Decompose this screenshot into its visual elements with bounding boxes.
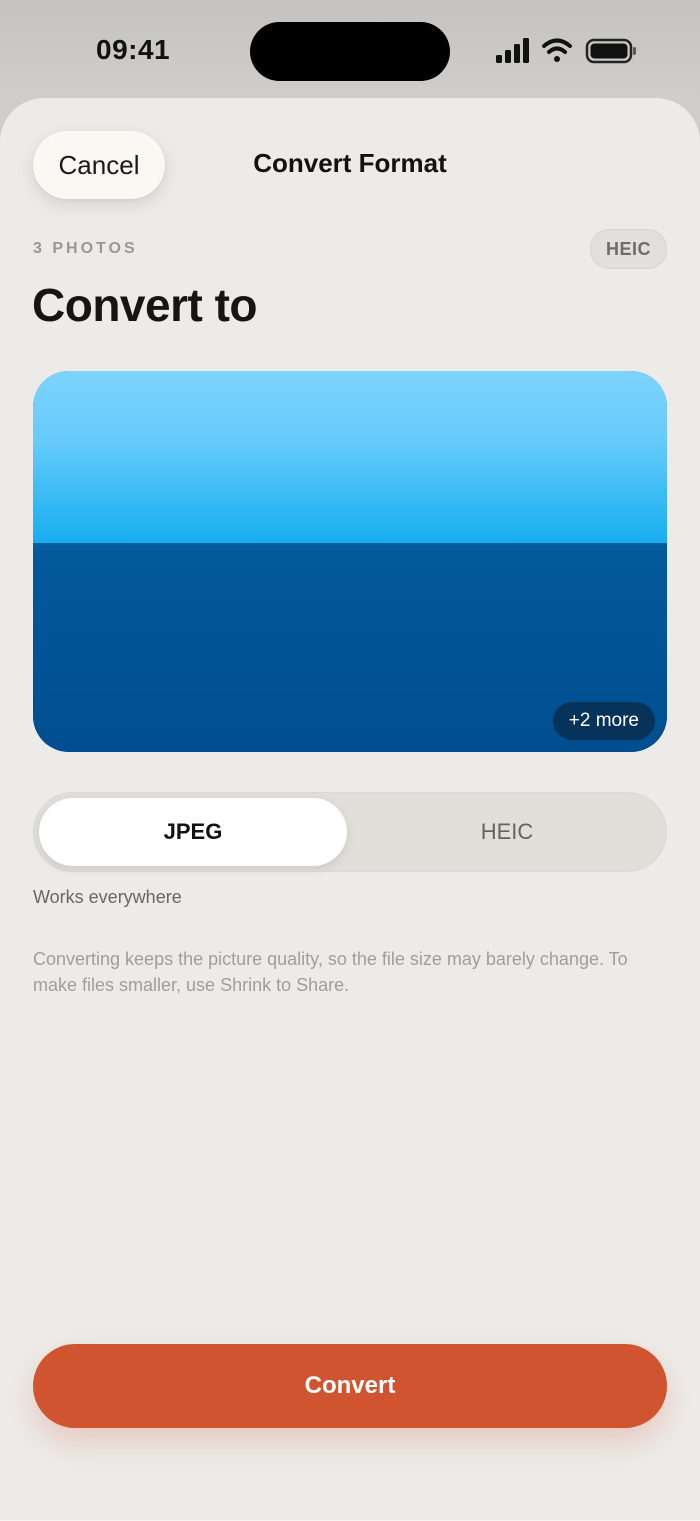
- status-icons: [496, 38, 636, 64]
- format-option-jpeg[interactable]: JPEG: [39, 798, 347, 866]
- screen: 09:41 Cancel Convert Format 3 PHOTOS HEI…: [0, 0, 700, 1521]
- preview-sky: [33, 371, 667, 545]
- wifi-icon: [542, 38, 572, 62]
- info-note: Converting keeps the picture quality, so…: [33, 949, 628, 995]
- page-heading: Convert to: [32, 279, 258, 331]
- cellular-signal-icon: [496, 38, 529, 63]
- photo-preview: +2 more: [33, 371, 667, 752]
- source-format-badge: HEIC: [589, 229, 667, 269]
- format-segmented-control: JPEG HEIC: [33, 792, 667, 872]
- status-bar: 09:41: [0, 0, 700, 100]
- convert-button[interactable]: Convert: [33, 1344, 667, 1428]
- status-time: 09:41: [96, 34, 171, 65]
- convert-format-sheet: Cancel Convert Format 3 PHOTOS HEIC Conv…: [0, 98, 700, 1521]
- photo-count-label: 3 PHOTOS: [33, 240, 138, 257]
- format-description: Works everywhere: [33, 887, 182, 907]
- more-photos-badge: +2 more: [552, 702, 655, 740]
- battery-icon: [585, 38, 636, 64]
- dynamic-island: [250, 22, 450, 81]
- format-option-heic[interactable]: HEIC: [353, 798, 661, 866]
- sheet-title: Convert Format: [253, 148, 447, 178]
